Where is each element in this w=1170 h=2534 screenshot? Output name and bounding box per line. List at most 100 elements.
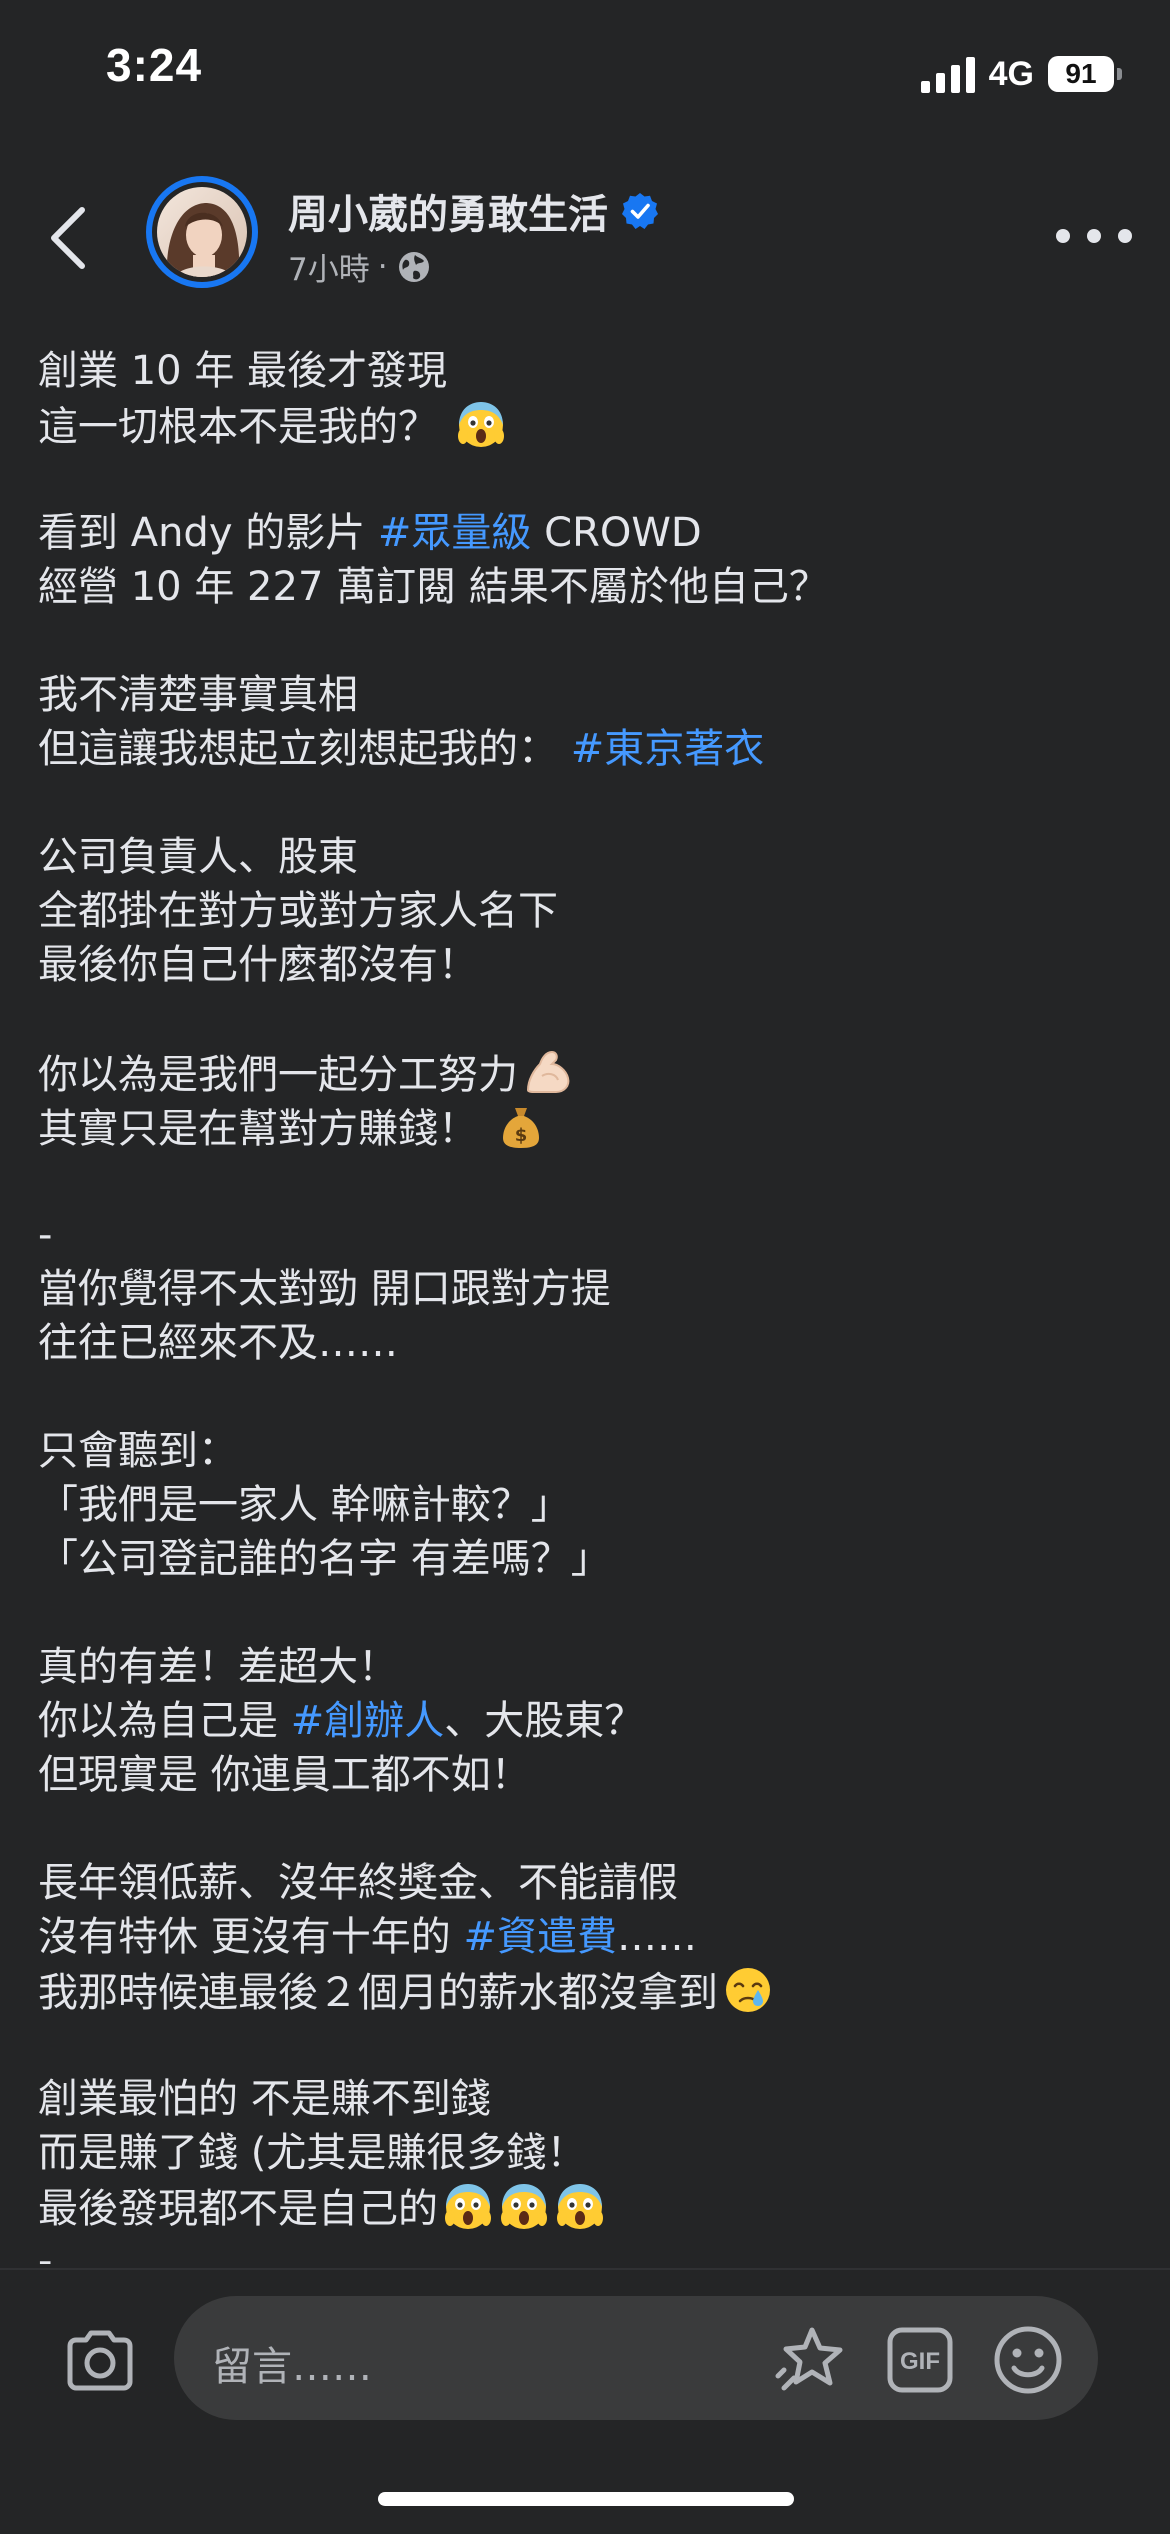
- hashtag-link[interactable]: #眾量級: [378, 510, 532, 556]
- hashtag-link[interactable]: #創辦人: [291, 1698, 445, 1744]
- smiley-icon: [994, 2326, 1062, 2394]
- post-line: 「公司登記誰的名字 有差嗎？」: [38, 1532, 1138, 1586]
- post-text-segment: -: [38, 2238, 53, 2264]
- post-text-segment: 沒有特休 更沒有十年的: [38, 1914, 464, 1960]
- gif-button[interactable]: GIF: [886, 2326, 954, 2394]
- post-text-segment: 創業最怕的 不是賺不到錢: [38, 2076, 491, 2122]
- post-line: 「我們是一家人 幹嘛計較？」: [38, 1478, 1138, 1532]
- post-line: 全都掛在對方或對方家人名下: [38, 884, 1138, 938]
- status-indicators: 4G 91: [920, 52, 1122, 96]
- post-line: 往往已經來不及……: [38, 1316, 1138, 1370]
- post-line: 你以為自己是 #創辦人、大股東？: [38, 1694, 1138, 1748]
- post-text-segment: 但現實是 你連員工都不如！: [38, 1752, 531, 1798]
- gif-icon: GIF: [887, 2327, 953, 2393]
- avatar: [157, 187, 247, 277]
- post-text-segment: 你以為自己是: [38, 1698, 291, 1744]
- post-line: 創業 10 年 最後才發現: [38, 344, 1138, 398]
- post-line: 經營 10 年 227 萬訂閱 結果不屬於他自己？: [38, 560, 1138, 614]
- post-text-segment: -: [38, 1212, 53, 1258]
- page-avatar-button[interactable]: [146, 176, 258, 288]
- post-line: -: [38, 2234, 1138, 2264]
- post-line: 看到 Andy 的影片 #眾量級 CROWD: [38, 506, 1138, 560]
- post-timestamp[interactable]: 7小時: [288, 244, 370, 289]
- chevron-left-icon: [51, 207, 85, 269]
- svg-text:GIF: GIF: [900, 2348, 940, 2375]
- home-indicator[interactable]: [378, 2492, 794, 2506]
- cellular-signal-icon: [920, 55, 975, 93]
- meta-separator: ·: [377, 248, 388, 285]
- page-name-row: 周小葳的勇敢生活: [288, 182, 660, 240]
- emoji-button[interactable]: [992, 2324, 1064, 2396]
- post-meta: 7小時 ·: [288, 244, 432, 289]
- post-line: 而是賺了錢 (尤其是賺很多錢！: [38, 2126, 1138, 2180]
- post-text-segment: 「我們是一家人 幹嘛計較？」: [38, 1482, 571, 1528]
- post-text-segment: 當你覺得不太對勁 開口跟對方提: [38, 1266, 611, 1312]
- battery-level: 91: [1048, 56, 1114, 92]
- page-name[interactable]: 周小葳的勇敢生活: [288, 182, 608, 240]
- comment-input[interactable]: 留言…… GIF: [174, 2296, 1098, 2420]
- status-bar: 3:24 4G 91: [0, 0, 1170, 150]
- comment-bar: 留言…… GIF: [0, 2268, 1170, 2534]
- post-text-segment: 長年領低薪、沒年終獎金、不能請假: [38, 1860, 678, 1906]
- post-text-segment: ……: [616, 1914, 697, 1960]
- post-line: -: [38, 1208, 1138, 1262]
- post-line: 這一切根本不是我的？: [38, 398, 1138, 452]
- post-text-segment: 其實只是在幫對方賺錢！: [38, 1106, 491, 1152]
- post-line: 最後你自己什麼都沒有！: [38, 938, 1138, 992]
- post-line: 當你覺得不太對勁 開口跟對方提: [38, 1262, 1138, 1316]
- post-line: 創業最怕的 不是賺不到錢: [38, 2072, 1138, 2126]
- post-line: 其實只是在幫對方賺錢！ $: [38, 1100, 1138, 1154]
- post-text-segment: 但這讓我想起立刻想起我的：: [38, 726, 571, 772]
- more-dots-icon: [1056, 229, 1070, 243]
- post-text-segment: 我那時候連最後２個月的薪水都沒拿到: [38, 1970, 718, 2016]
- camera-button[interactable]: [60, 2320, 140, 2400]
- scream-emoji-icon: [455, 398, 507, 450]
- sticker-button[interactable]: [770, 2320, 850, 2400]
- scream-emoji-icon: [498, 2180, 550, 2232]
- back-button[interactable]: [38, 198, 108, 278]
- post-text-segment: 公司負責人、股東: [38, 834, 358, 880]
- sticker-icon: [775, 2327, 843, 2391]
- hashtag-link[interactable]: #資遣費: [463, 1914, 617, 1960]
- post-line: 但現實是 你連員工都不如！: [38, 1748, 1138, 1802]
- comment-placeholder: 留言……: [212, 2344, 372, 2390]
- post-line: 公司負責人、股東: [38, 830, 1138, 884]
- post-text-segment: 你以為是我們一起分工努力: [38, 1052, 518, 1098]
- post-text-segment: 往往已經來不及……: [38, 1320, 398, 1366]
- scream-emoji-icon: [554, 2180, 606, 2232]
- post-text-segment: 只會聽到：: [38, 1428, 238, 1474]
- post-text-segment: 而是賺了錢 (尤其是賺很多錢！: [38, 2130, 587, 2176]
- crying-emoji-icon: [722, 1964, 774, 2016]
- more-options-button[interactable]: [1056, 218, 1132, 254]
- post-text-segment: 經營 10 年 227 萬訂閱 結果不屬於他自己？: [38, 564, 829, 610]
- hashtag-link[interactable]: #東京著衣: [571, 726, 765, 772]
- post-line: 長年領低薪、沒年終獎金、不能請假: [38, 1856, 1138, 1910]
- post-line: 只會聽到：: [38, 1424, 1138, 1478]
- post-line: 但這讓我想起立刻想起我的： #東京著衣: [38, 722, 1138, 776]
- post-header: 周小葳的勇敢生活 7小時 ·: [0, 168, 1170, 308]
- post-line: 你以為是我們一起分工努力: [38, 1046, 1138, 1100]
- scream-emoji-icon: [442, 2180, 494, 2232]
- post-line: 最後發現都不是自己的: [38, 2180, 1138, 2234]
- post-text-segment: 這一切根本不是我的？: [38, 404, 451, 450]
- post-text-segment: 、大股東？: [444, 1698, 645, 1744]
- camera-icon: [67, 2330, 133, 2391]
- battery-icon: 91: [1048, 56, 1122, 92]
- post-text-segment: 「公司登記誰的名字 有差嗎？」: [38, 1536, 611, 1582]
- post-text-segment: 真的有差！差超大！: [38, 1644, 398, 1690]
- post-text-segment: 最後你自己什麼都沒有！: [38, 942, 478, 988]
- post-text-segment: 全都掛在對方或對方家人名下: [38, 888, 558, 934]
- post-text: 創業 10 年 最後才發現 這一切根本不是我的？ 看到 Andy 的影片 #眾量級…: [38, 344, 1138, 2264]
- post-text-segment: 我不清楚事實真相: [38, 672, 358, 718]
- post-text-segment: 創業 10 年 最後才發現: [38, 348, 448, 394]
- svg-text:$: $: [514, 1125, 527, 1146]
- muscle-emoji-icon: [522, 1046, 574, 1098]
